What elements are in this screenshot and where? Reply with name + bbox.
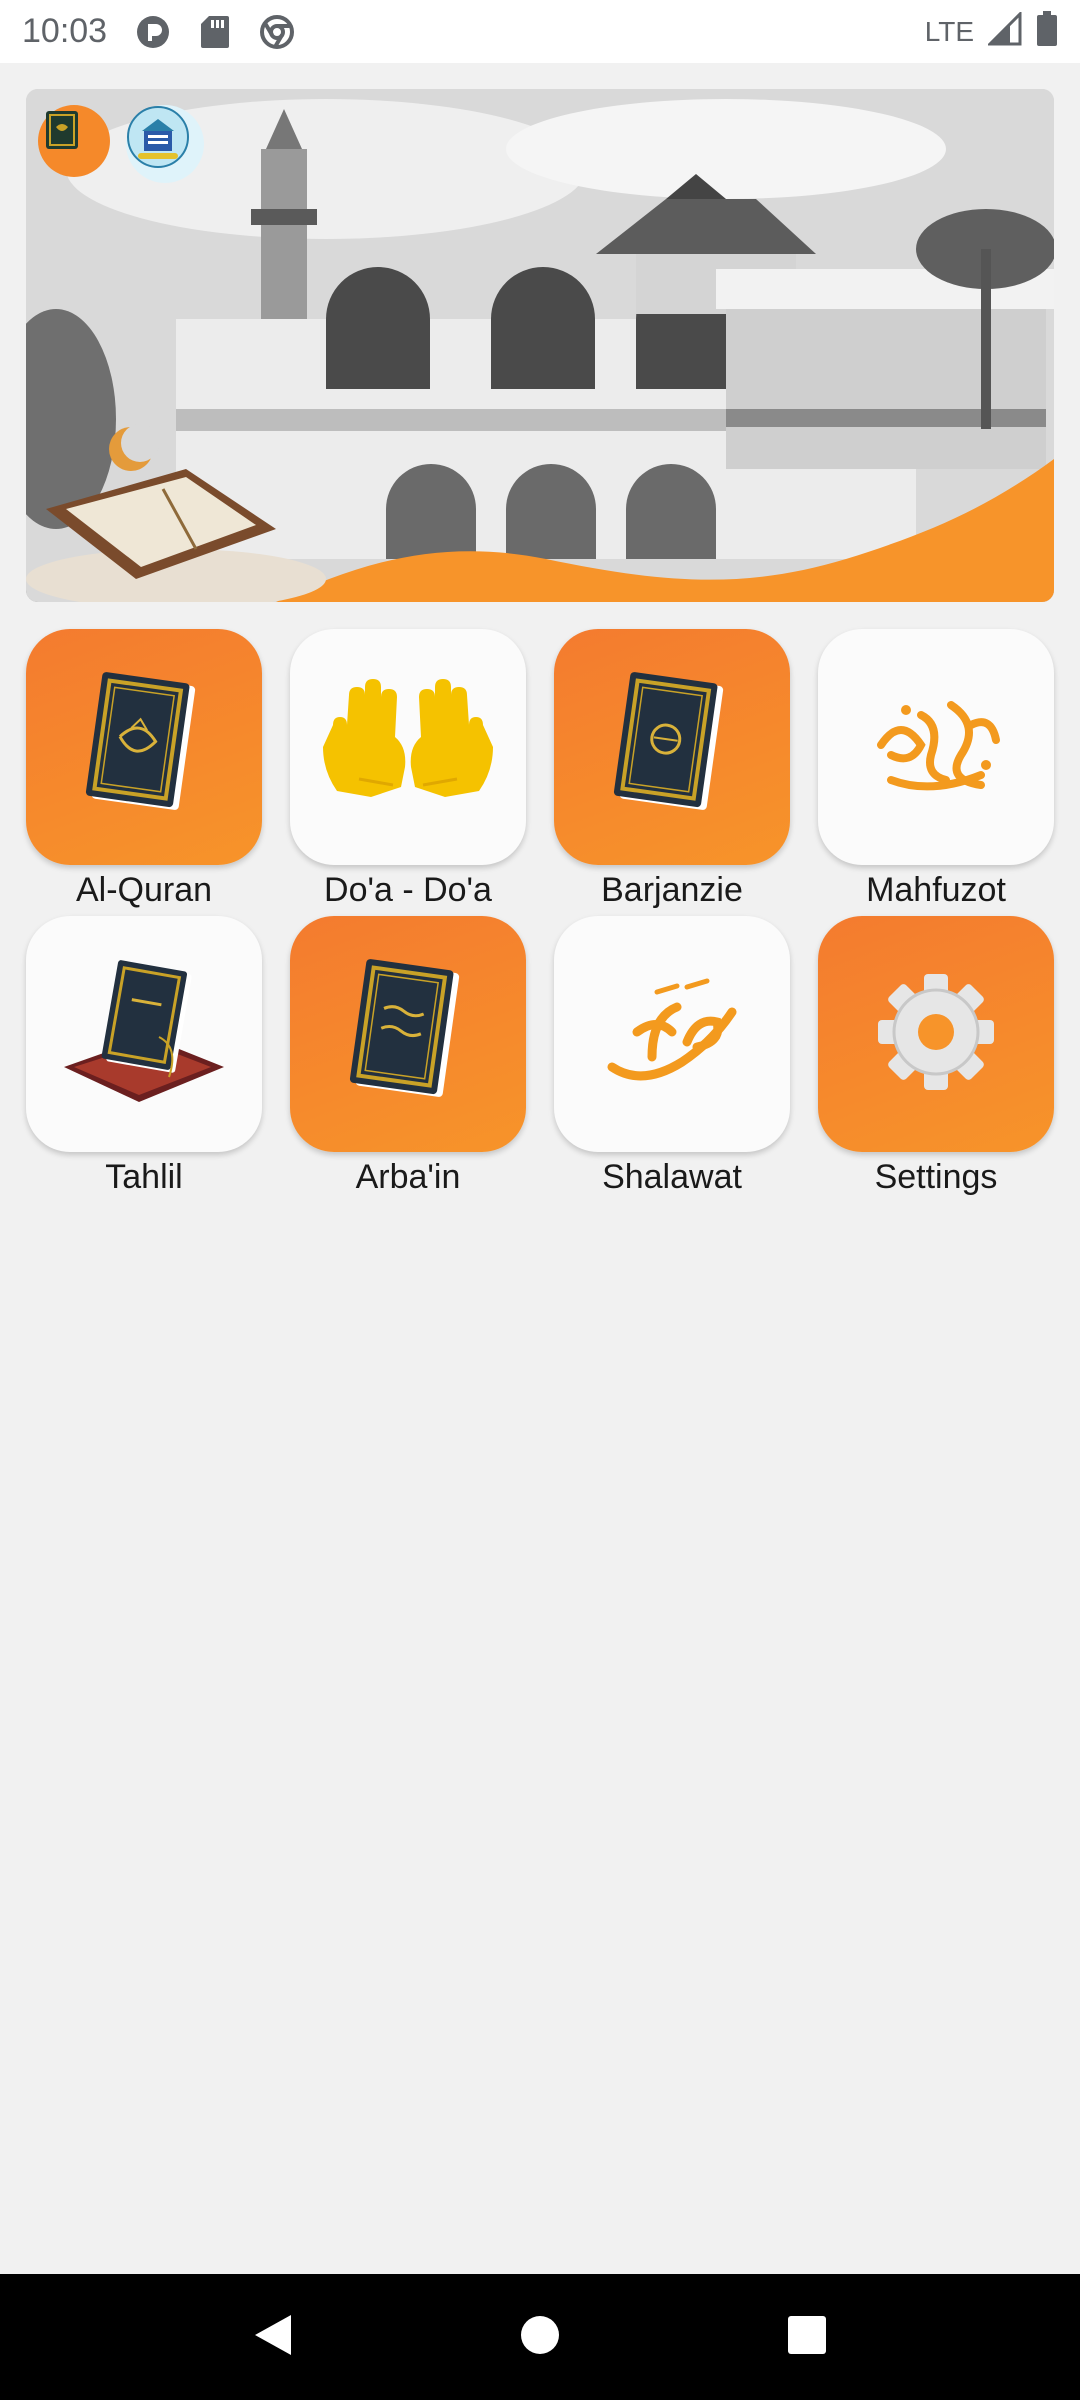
menu-item-tahlil[interactable]: Tahlil bbox=[26, 916, 262, 1203]
home-icon bbox=[518, 2313, 562, 2362]
recents-icon bbox=[785, 2313, 829, 2362]
status-time: 10:03 bbox=[22, 12, 108, 50]
menu-item-barjanzie[interactable]: Barjanzie bbox=[554, 629, 790, 916]
back-button[interactable] bbox=[233, 2297, 313, 2377]
menu-label: Arba'in bbox=[355, 1158, 461, 1196]
tahlil-button[interactable] bbox=[26, 916, 262, 1152]
menu-item-shalawat[interactable]: Shalawat bbox=[554, 916, 790, 1203]
doa-button[interactable] bbox=[290, 629, 526, 865]
menu-item-al-quran[interactable]: Al-Quran bbox=[26, 629, 262, 916]
shalawat-button[interactable] bbox=[554, 916, 790, 1152]
menu-label: Do'a - Do'a bbox=[324, 871, 492, 909]
book-on-mat-icon bbox=[59, 957, 229, 1112]
menu-item-settings[interactable]: Settings bbox=[818, 916, 1054, 1203]
status-bar: 10:03 LTE bbox=[0, 0, 1080, 63]
book-icon bbox=[607, 670, 737, 825]
menu-label: Shalawat bbox=[602, 1158, 742, 1196]
mahfuzot-button[interactable] bbox=[818, 629, 1054, 865]
barjanzie-button[interactable] bbox=[554, 629, 790, 865]
menu-label: Settings bbox=[874, 1158, 998, 1196]
menu-item-mahfuzot[interactable]: Mahfuzot bbox=[818, 629, 1054, 916]
menu-item-arbain[interactable]: Arba'in bbox=[290, 916, 526, 1203]
arbain-book-icon bbox=[343, 957, 473, 1112]
menu-grid: Al-Quran Do'a - Do'a Barjanzie Mahfuzot … bbox=[26, 629, 1054, 1203]
menu-label: Al-Quran bbox=[75, 871, 213, 909]
al-quran-button[interactable] bbox=[26, 629, 262, 865]
menu-label: Tahlil bbox=[105, 1158, 183, 1196]
settings-button[interactable] bbox=[818, 916, 1054, 1152]
praying-hands-icon bbox=[323, 675, 493, 820]
school-logo bbox=[126, 105, 204, 183]
battery-icon bbox=[1036, 11, 1058, 52]
gear-icon bbox=[871, 967, 1001, 1102]
chrome-icon bbox=[259, 14, 295, 50]
menu-label: Mahfuzot bbox=[866, 871, 1006, 909]
muhammad-calligraphy-icon bbox=[597, 972, 747, 1097]
navigation-bar bbox=[0, 2274, 1080, 2400]
arbain-button[interactable] bbox=[290, 916, 526, 1152]
menu-item-doa[interactable]: Do'a - Do'a bbox=[290, 629, 526, 916]
back-icon bbox=[251, 2311, 295, 2364]
quran-app-logo bbox=[38, 105, 110, 177]
sd-card-icon bbox=[197, 14, 233, 50]
arabic-calligraphy-icon bbox=[861, 685, 1011, 810]
network-type: LTE bbox=[924, 15, 974, 47]
signal-icon bbox=[986, 10, 1022, 51]
quran-book-icon bbox=[79, 670, 209, 825]
recents-button[interactable] bbox=[767, 2297, 847, 2377]
header-banner bbox=[26, 89, 1054, 602]
pocket-icon bbox=[135, 14, 171, 50]
home-button[interactable] bbox=[500, 2297, 580, 2377]
menu-label: Barjanzie bbox=[601, 871, 743, 909]
